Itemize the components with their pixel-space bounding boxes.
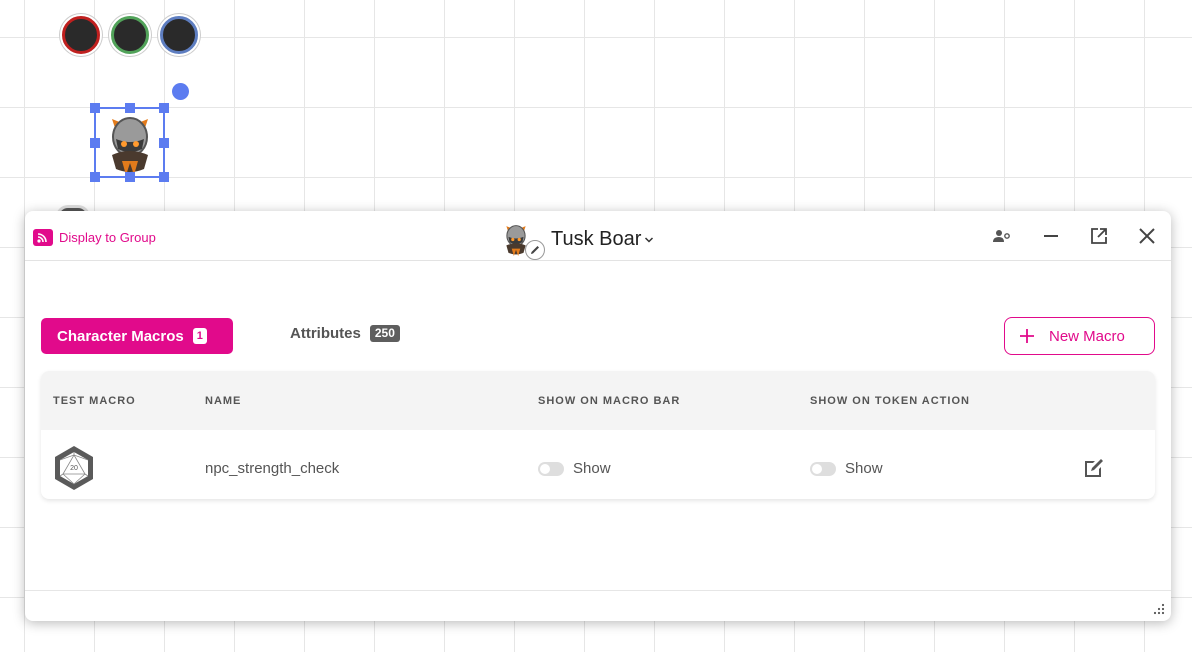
table-row: 20 npc_strength_check Show Show [41,430,1155,499]
edit-icon[interactable] [1082,456,1106,480]
character-macros-dialog: Display to Group Tusk Boar Character Mac… [25,211,1171,621]
new-macro-button[interactable]: New Macro [1004,317,1155,355]
resize-handle-ne[interactable] [159,103,169,113]
minimize-button[interactable] [1040,225,1062,247]
token-action-toggle-group: Show [810,460,883,477]
resize-handle-n[interactable] [125,103,135,113]
resize-grip-icon[interactable] [1153,603,1165,615]
header-show-on-token-action: SHOW ON TOKEN ACTION [810,395,970,407]
token-action-toggle[interactable] [810,461,836,476]
user-settings-button[interactable] [991,225,1013,247]
plus-icon [1020,329,1034,343]
broadcast-icon [33,229,53,246]
dialog-footer [25,590,1171,591]
new-macro-label: New Macro [1049,327,1125,345]
token-action-toggle-label: Show [845,460,883,477]
header-name: NAME [205,395,242,407]
macros-table: TEST MACRO NAME SHOW ON MACRO BAR SHOW O… [41,371,1155,499]
d20-icon[interactable]: 20 [53,445,95,491]
header-test-macro: TEST MACRO [53,395,136,407]
resize-handle-e[interactable] [159,138,169,148]
edit-avatar-pencil-icon[interactable] [525,240,545,260]
header-show-on-macro-bar: SHOW ON MACRO BAR [538,395,681,407]
character-name: Tusk Boar [551,227,642,250]
resize-handle-s[interactable] [125,172,135,182]
display-to-group-button[interactable]: Display to Group [33,229,156,246]
chevron-down-icon[interactable] [644,236,654,244]
display-to-group-label: Display to Group [59,230,156,245]
popout-icon [1091,228,1107,244]
popout-button[interactable] [1088,225,1110,247]
character-avatar[interactable] [501,218,545,260]
user-settings-icon [993,230,1010,242]
minimize-icon [1044,235,1058,237]
tusk-boar-token-icon [112,117,148,175]
character-title[interactable]: Tusk Boar [501,218,654,260]
dialog-header: Display to Group Tusk Boar [25,211,1171,261]
macro-name: npc_strength_check [205,460,340,477]
close-button[interactable] [1136,225,1158,247]
tab-character-macros[interactable]: Character Macros 1 [41,318,233,354]
svg-text:20: 20 [70,465,78,472]
tab-attributes-label: Attributes [290,325,361,342]
status-marker-blue[interactable] [158,14,200,56]
tab-attributes[interactable]: Attributes 250 [290,325,400,342]
selected-token[interactable] [90,103,169,182]
resize-handle-w[interactable] [90,138,100,148]
resize-handle-sw[interactable] [90,172,100,182]
tab-character-macros-count: 1 [192,328,207,344]
status-marker-red[interactable] [60,14,102,56]
close-icon [1139,228,1155,244]
status-marker-green[interactable] [109,14,151,56]
resize-handle-se[interactable] [159,172,169,182]
resize-handle-nw[interactable] [90,103,100,113]
macro-bar-toggle[interactable] [538,461,564,476]
tab-attributes-count: 250 [369,325,400,342]
macro-bar-toggle-group: Show [538,460,611,477]
macro-bar-toggle-label: Show [573,460,611,477]
table-header: TEST MACRO NAME SHOW ON MACRO BAR SHOW O… [41,371,1155,430]
rotation-handle[interactable] [172,83,189,100]
tab-character-macros-label: Character Macros [57,327,184,345]
